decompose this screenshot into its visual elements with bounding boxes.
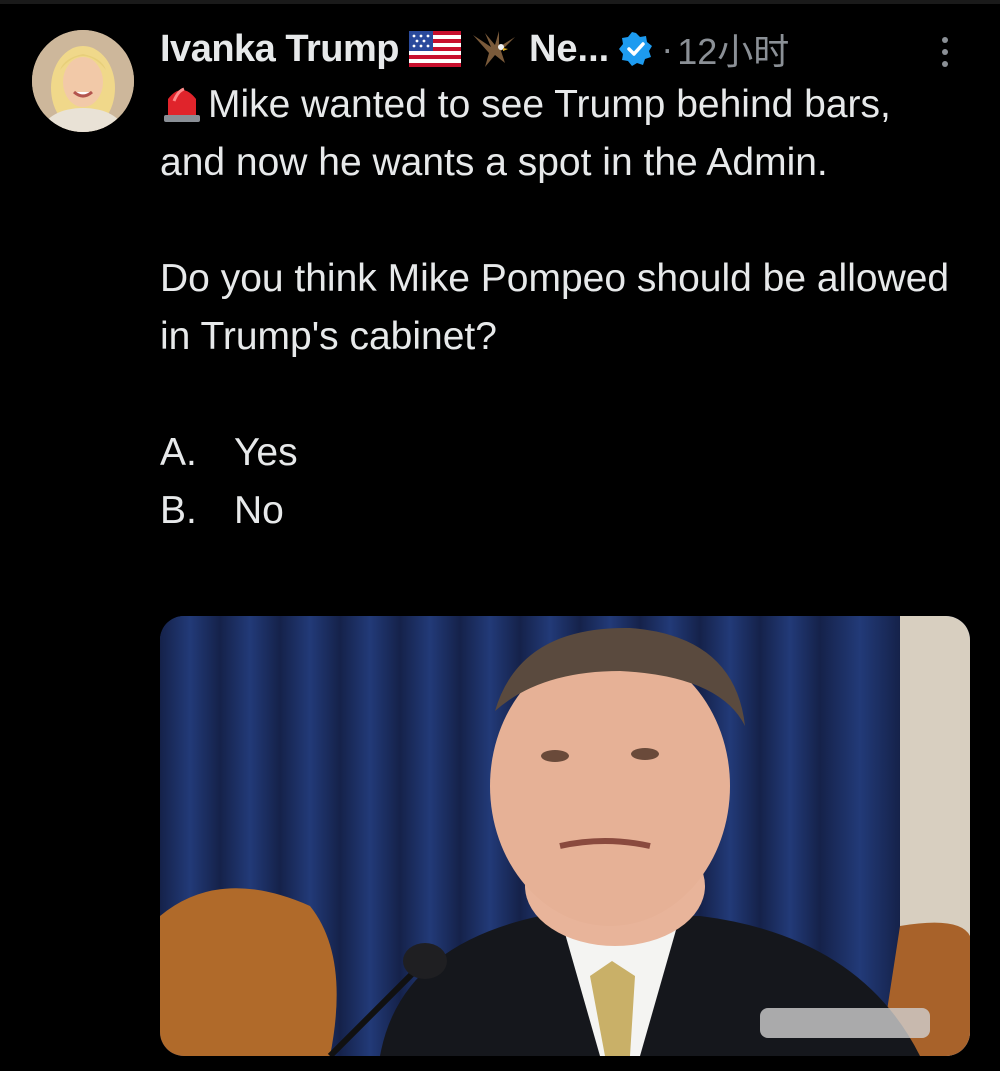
option-b: B. No [160, 482, 960, 540]
avatar-image [32, 30, 134, 132]
option-label: No [234, 489, 284, 532]
separator-dot: · [661, 28, 674, 69]
photo [160, 616, 970, 1056]
more-vertical-icon[interactable] [930, 34, 960, 70]
post-intro: Mike wanted to see Trump behind bars, an… [160, 76, 960, 192]
verified-badge-icon [619, 32, 653, 66]
author-name[interactable]: Ivanka Trump [160, 28, 399, 71]
post-media-image[interactable] [160, 616, 970, 1056]
avatar[interactable] [32, 30, 134, 132]
option-letter: A. [160, 431, 197, 474]
post-time[interactable]: 12小时 [677, 23, 789, 75]
top-divider [0, 0, 1000, 4]
eagle-icon [471, 27, 517, 71]
author-handle[interactable]: Ne... [529, 28, 609, 71]
post-intro-text: Mike wanted to see Trump behind bars, an… [160, 83, 891, 184]
option-label: Yes [234, 431, 298, 474]
us-flag-icon [408, 31, 461, 67]
post-body: Mike wanted to see Trump behind bars, an… [160, 76, 960, 540]
option-letter: B. [160, 489, 197, 532]
post-header: Ivanka Trump Ne... · 12小时 [160, 24, 980, 74]
option-a: A. Yes [160, 424, 960, 482]
post-question: Do you think Mike Pompeo should be allow… [160, 257, 950, 358]
siren-icon [160, 79, 204, 123]
